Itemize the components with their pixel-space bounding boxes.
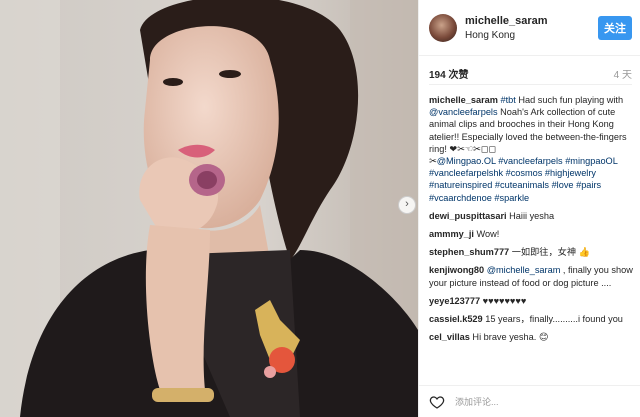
portrait-image <box>0 0 418 417</box>
next-photo-button[interactable]: › <box>398 196 416 214</box>
comment-text: Hi brave yesha. 😊 <box>469 332 549 343</box>
divider <box>429 84 632 85</box>
comment-username[interactable]: yeye123777 <box>429 296 480 306</box>
post-header: michelle_saram Hong Kong 关注 <box>419 0 640 56</box>
header-info: michelle_saram Hong Kong <box>465 15 598 41</box>
comment-item: cassiel.k529 15 years，finally..........i… <box>429 313 634 325</box>
comment-username[interactable]: stephen_shum777 <box>429 247 509 257</box>
caption-emoji: ✂ <box>429 156 437 167</box>
comment-username[interactable]: cel_villas <box>429 332 470 342</box>
comment-item: stephen_shum777 一如即往，女神 👍 <box>429 246 634 258</box>
caption-mention[interactable]: @vancleefarpels <box>429 107 498 117</box>
avatar[interactable] <box>429 13 457 42</box>
chevron-right-icon: › <box>405 198 409 210</box>
comment-item: dewi_puspittasari Haiii yesha <box>429 210 634 222</box>
header-username[interactable]: michelle_saram <box>465 15 598 27</box>
comment-text: 一如即往，女神 👍 <box>509 247 591 258</box>
comment-text: Haiii yesha <box>506 210 555 221</box>
heart-icon[interactable] <box>429 394 445 410</box>
comment-item: ammmy_ji Wow! <box>429 228 634 240</box>
comment-username[interactable]: cassiel.k529 <box>429 314 483 324</box>
comment-item: cel_villas Hi brave yesha. 😊 <box>429 331 634 343</box>
comment-item: kenjiwong80 @michelle_saram , finally yo… <box>429 264 634 288</box>
comment-mention[interactable]: @michelle_saram <box>484 265 561 275</box>
comment-text: ♥♥♥♥♥♥♥♥ <box>480 295 527 306</box>
comment-username[interactable]: dewi_puspittasari <box>429 211 507 221</box>
caption-hashtag[interactable]: #tbt <box>501 95 516 105</box>
add-comment-input[interactable]: 添加评论... <box>455 395 499 408</box>
follow-button[interactable]: 关注 <box>598 15 632 40</box>
caption-username[interactable]: michelle_saram <box>429 95 498 105</box>
header-location[interactable]: Hong Kong <box>465 30 598 41</box>
post-time[interactable]: 4 天 <box>614 66 632 81</box>
post-photo[interactable]: › <box>0 0 418 417</box>
caption-text: Had such fun playing with <box>515 95 624 105</box>
post-sidebar: michelle_saram Hong Kong 关注 194 次赞 4 天 m… <box>418 0 640 417</box>
caption: michelle_saram #tbt Had such fun playing… <box>429 94 634 204</box>
comment-username[interactable]: kenjiwong80 <box>429 265 484 275</box>
comment-username[interactable]: ammmy_ji <box>429 229 474 239</box>
caption-tags[interactable]: @Mingpao.OL #vancleefarpels #mingpaoOL #… <box>429 156 617 203</box>
comment-text: 15 years，finally..........i found you <box>482 314 623 325</box>
comment-bar: 添加评论... <box>419 385 640 417</box>
likes-row: 194 次赞 4 天 <box>429 66 632 81</box>
likes-count[interactable]: 194 次赞 <box>429 66 468 81</box>
comments-list: michelle_saram #tbt Had such fun playing… <box>429 94 634 349</box>
post-container: › michelle_saram Hong Kong 关注 194 次赞 4 天… <box>0 0 640 417</box>
comment-text: Wow! <box>473 229 500 240</box>
comment-item: yeye123777 ♥♥♥♥♥♥♥♥ <box>429 295 634 307</box>
